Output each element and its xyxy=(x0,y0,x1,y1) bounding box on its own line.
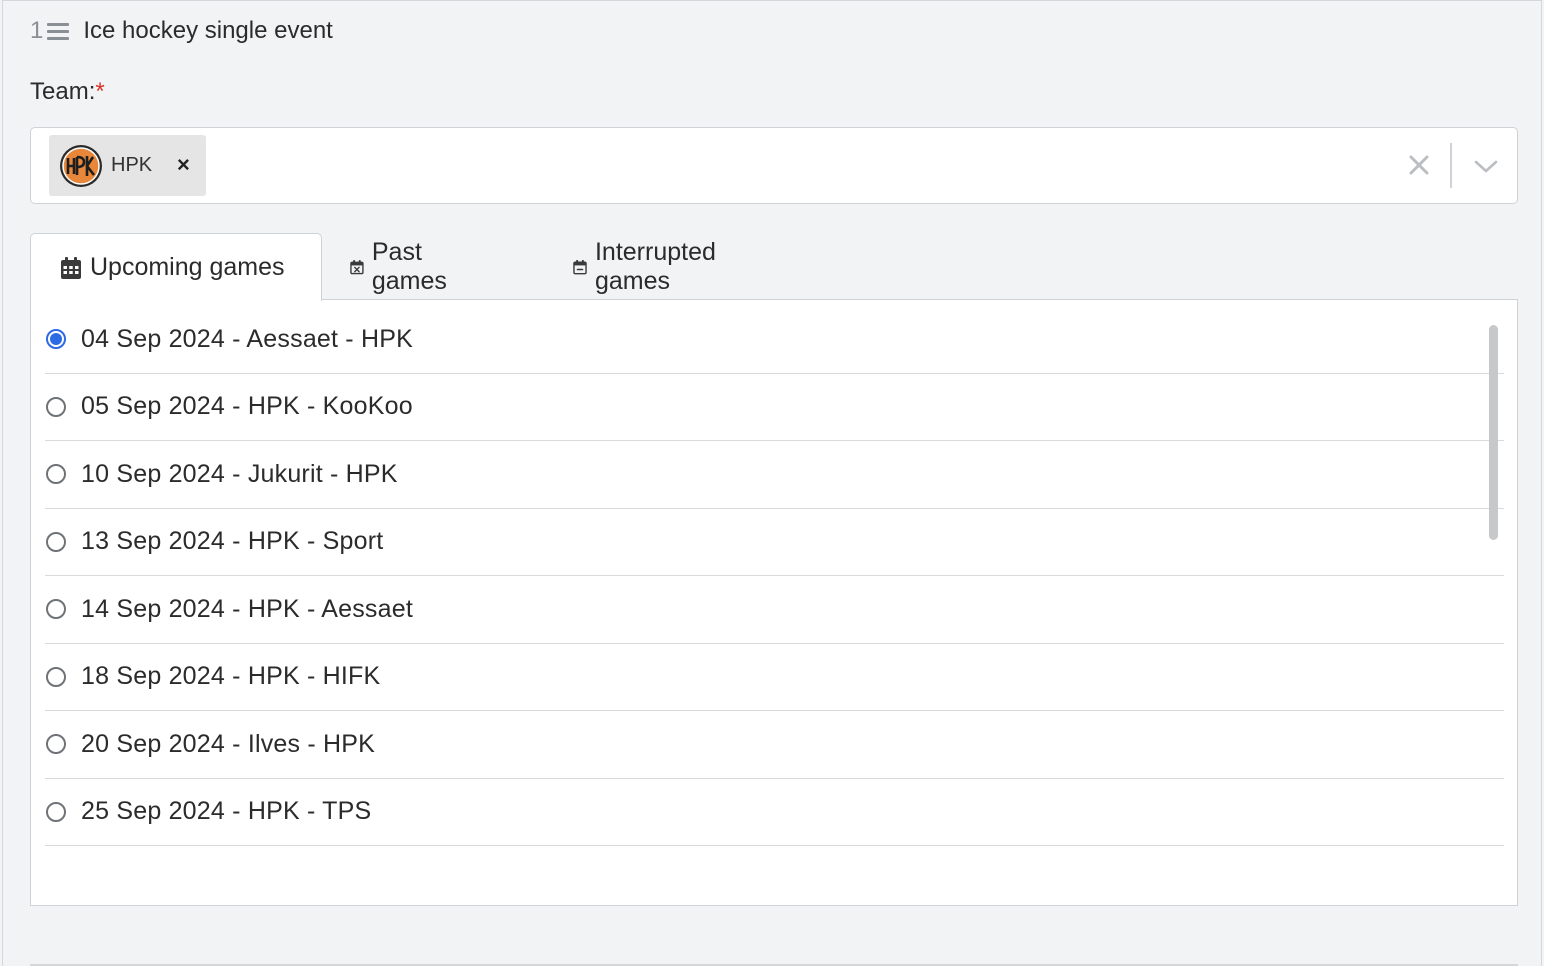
game-option-label: 10 Sep 2024 - Jukurit - HPK xyxy=(81,459,398,488)
game-option[interactable]: 05 Sep 2024 - HPK - KooKoo xyxy=(45,374,1504,441)
calendar-x-icon xyxy=(350,259,364,274)
game-option[interactable]: 04 Sep 2024 - Aessaet - HPK xyxy=(45,306,1504,374)
game-option-label: 05 Sep 2024 - HPK - KooKoo xyxy=(81,392,413,421)
game-radio[interactable] xyxy=(46,801,66,822)
game-radio[interactable] xyxy=(46,666,66,687)
drag-handle-icon[interactable] xyxy=(47,23,70,41)
selected-team-chip: HPK × xyxy=(49,135,206,196)
scrollbar[interactable] xyxy=(1489,325,1498,540)
chevron-down-icon[interactable] xyxy=(1471,154,1501,178)
selected-team-label: HPK xyxy=(111,154,153,176)
calendar-minus-icon xyxy=(573,259,587,274)
select-divider xyxy=(1450,143,1452,188)
hpk-logo xyxy=(60,144,102,187)
tab-interrupted-games[interactable]: Interrupted games xyxy=(573,233,724,300)
game-option[interactable]: 13 Sep 2024 - HPK - Sport xyxy=(45,509,1504,576)
tab-past-games-label: Past games xyxy=(371,237,447,295)
section-title: Ice hockey single event xyxy=(83,17,333,44)
game-option-label: 04 Sep 2024 - Aessaet - HPK xyxy=(81,324,413,353)
step-number: 1 xyxy=(30,17,44,44)
tab-interrupted-games-label: Interrupted games xyxy=(594,237,716,295)
section-header: 1 Ice hockey single event xyxy=(30,14,333,48)
game-option-label: 18 Sep 2024 - HPK - HIFK xyxy=(81,662,381,691)
game-option-label: 14 Sep 2024 - HPK - Aessaet xyxy=(81,594,413,623)
game-radio[interactable] xyxy=(46,531,66,552)
tab-upcoming-games-label: Upcoming games xyxy=(90,253,285,281)
game-option[interactable]: 20 Sep 2024 - Ilves - HPK xyxy=(45,711,1504,779)
game-option-label: 13 Sep 2024 - HPK - Sport xyxy=(81,527,384,556)
remove-team-button[interactable]: × xyxy=(177,154,190,176)
game-option[interactable]: 25 Sep 2024 - HPK - TPS xyxy=(45,779,1504,846)
tab-upcoming-games[interactable]: Upcoming games xyxy=(30,233,322,301)
team-select[interactable]: HPK × xyxy=(30,127,1518,204)
upcoming-games-panel: 04 Sep 2024 - Aessaet - HPK 05 Sep 2024 -… xyxy=(30,299,1518,906)
game-option[interactable]: 10 Sep 2024 - Jukurit - HPK xyxy=(45,441,1504,509)
required-marker: * xyxy=(95,78,105,105)
game-radio[interactable] xyxy=(46,599,66,620)
game-radio[interactable] xyxy=(46,464,66,485)
game-list: 04 Sep 2024 - Aessaet - HPK 05 Sep 2024 -… xyxy=(45,306,1504,846)
tab-past-games[interactable]: Past games xyxy=(350,233,455,300)
team-label: Team:* xyxy=(30,78,105,105)
game-radio[interactable] xyxy=(46,734,66,755)
game-option-label: 25 Sep 2024 - HPK - TPS xyxy=(81,797,372,826)
game-radio[interactable] xyxy=(46,396,66,417)
game-option-label: 20 Sep 2024 - Ilves - HPK xyxy=(81,729,376,758)
game-option[interactable]: 14 Sep 2024 - HPK - Aessaet xyxy=(45,576,1504,644)
clear-all-icon[interactable] xyxy=(1405,150,1433,180)
game-option[interactable]: 18 Sep 2024 - HPK - HIFK xyxy=(45,644,1504,711)
game-radio[interactable] xyxy=(46,329,66,350)
calendar-icon xyxy=(61,256,81,279)
